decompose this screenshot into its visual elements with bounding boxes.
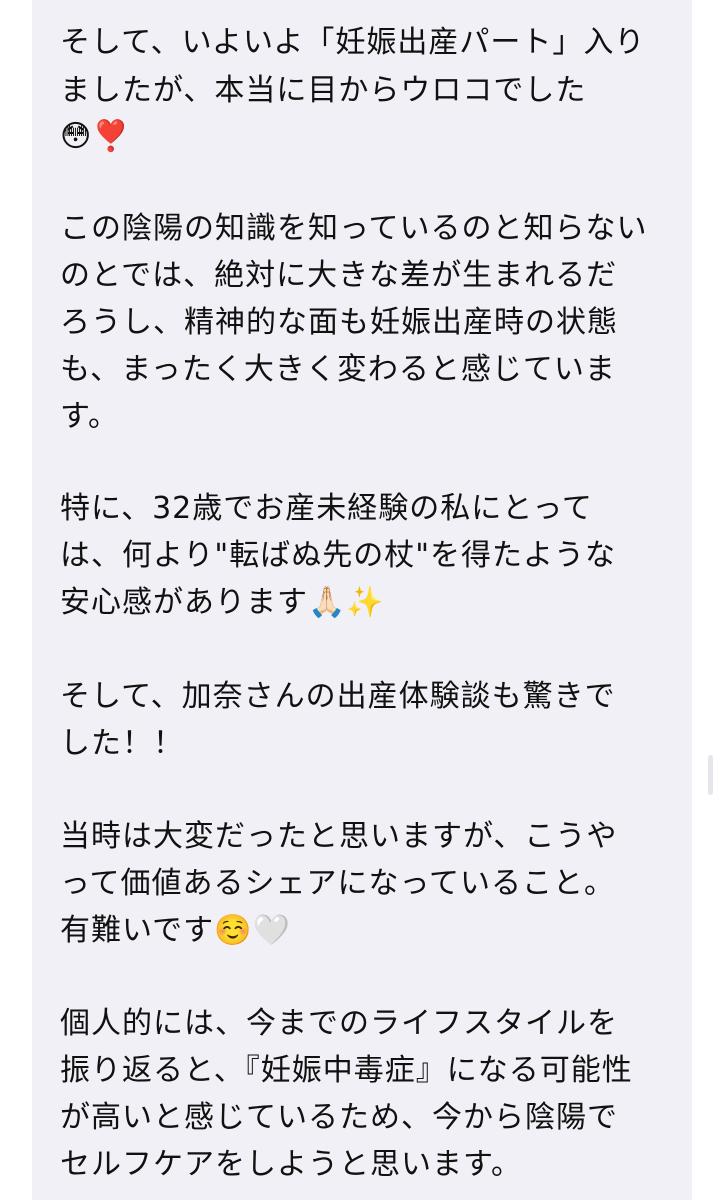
message-line: ましたが、本当に目からウロコでした: [60, 73, 587, 108]
message-line: そして、いよいよ「妊娠出産パート」入り: [60, 25, 646, 60]
message-line: は、何より"転ばぬ先の杖"を得たような: [60, 538, 616, 573]
message-line: 振り返ると、『妊娠中毒症』になる可能性: [60, 1053, 633, 1088]
message-line: 個人的には、今までのライフスタイルを: [60, 1006, 618, 1041]
message-line: が高いと感じているため、今から陰陽で: [60, 1100, 618, 1135]
message-line: この陰陽の知識を知っているのと知らない: [60, 211, 648, 246]
scroll-indicator: [708, 755, 713, 795]
message-line: ろうし、精神的な面も妊娠出産時の状態: [60, 305, 618, 340]
message-line: そして、加奈さんの出産体験談も驚きで: [60, 679, 616, 714]
message-line: す。: [60, 399, 119, 434]
message-line: のとでは、絶対に大きな差が生まれるだ: [60, 258, 618, 293]
message-line: も、まったく大きく変わると感じていま: [60, 352, 616, 387]
message-line: 😳❣️: [60, 119, 131, 154]
message-line: した！！: [60, 726, 184, 761]
message-line: って価値あるシェアになっていること。: [60, 866, 615, 901]
message-line: 有難いです☺️🤍: [60, 913, 291, 948]
message-line: 特に、32歳でお産未経験の私にとって: [60, 491, 593, 526]
message-line: セルフケアをしようと思います。: [60, 1147, 522, 1182]
message-line: 当時は大変だったと思いますが、こうや: [60, 819, 618, 854]
message-line: 安心感があります🙏🏻✨: [60, 585, 385, 620]
